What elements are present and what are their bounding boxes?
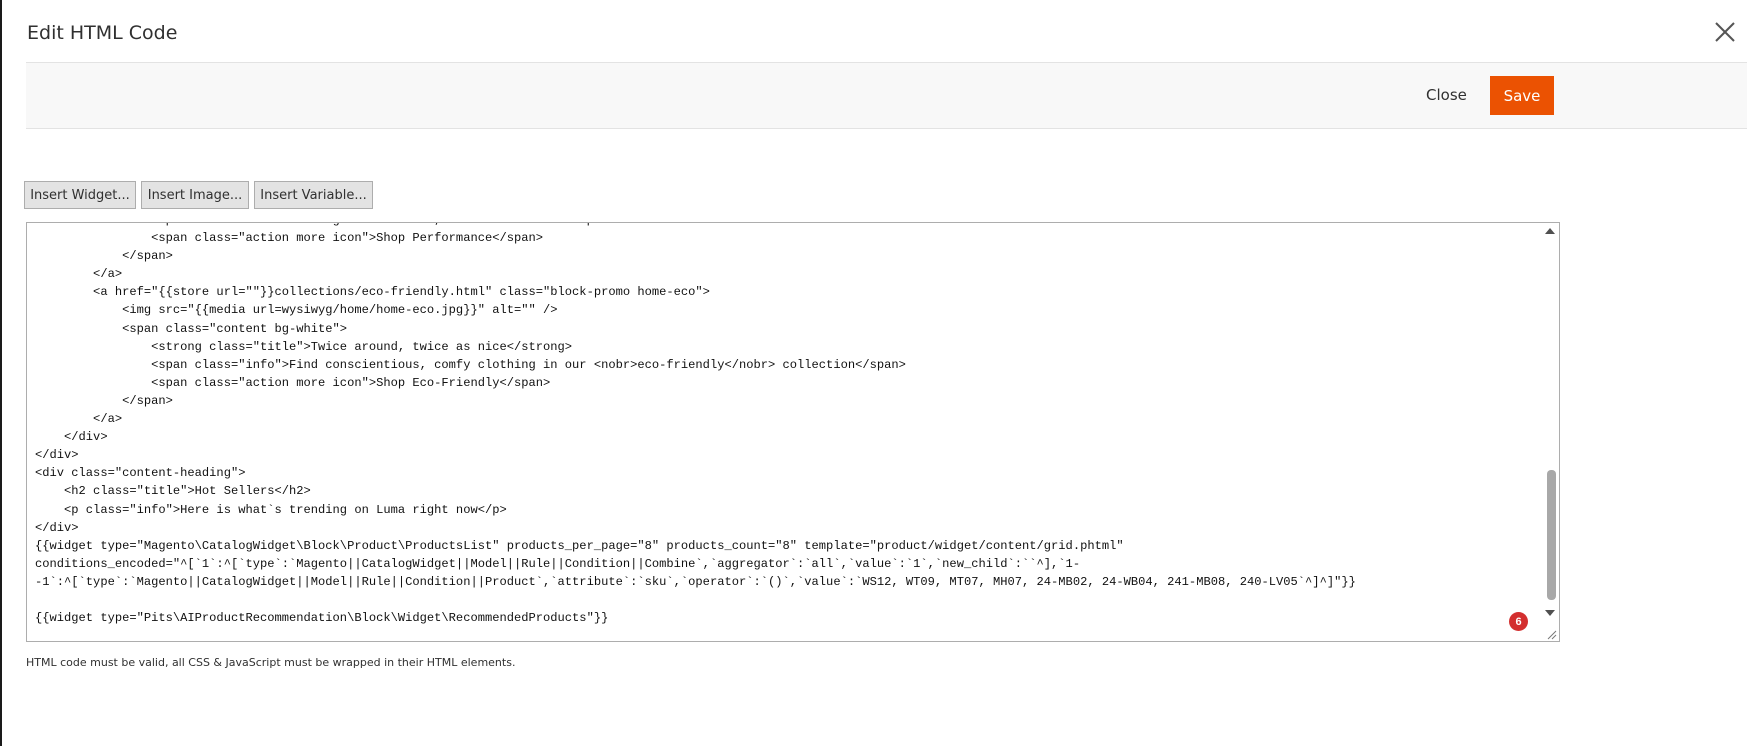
code-line: <strong class="title">Twice around, twic… xyxy=(35,339,573,354)
vertical-scrollbar[interactable] xyxy=(1542,223,1559,641)
code-line: <img src="{{media url=wysiwyg/home/home-… xyxy=(35,303,558,318)
code-line: -1`:^[`type`:`Magento||CatalogWidget||Mo… xyxy=(35,574,1356,589)
code-line: <span class="action more icon">Shop Perf… xyxy=(35,231,544,246)
code-line: </span> xyxy=(35,249,173,264)
insert-variable-button[interactable]: Insert Variable... xyxy=(254,181,373,209)
edit-html-modal: Edit HTML Code Close Save Insert Widget.… xyxy=(2,0,1747,746)
code-line: </span> xyxy=(35,393,173,408)
code-line: <span class="info">Wicking to cool down,… xyxy=(35,223,1356,229)
code-line: <h2 class="title">Hot Sellers</h2> xyxy=(35,484,311,499)
html-code-editor[interactable]: <span class="info">Wicking to cool down,… xyxy=(26,222,1560,642)
code-line: </div> xyxy=(35,520,79,535)
action-bar xyxy=(26,62,1747,129)
insert-widget-button[interactable]: Insert Widget... xyxy=(24,181,136,209)
arrow-down-icon[interactable] xyxy=(1545,610,1555,616)
resize-grip-icon[interactable] xyxy=(1545,627,1557,640)
code-line: </a> xyxy=(35,267,123,282)
code-line: <span class="action more icon">Shop Eco-… xyxy=(35,375,551,390)
arrow-up-icon[interactable] xyxy=(1545,228,1555,234)
save-button[interactable]: Save xyxy=(1490,76,1554,115)
validation-note: HTML code must be valid, all CSS & JavaS… xyxy=(26,656,516,669)
modal-title: Edit HTML Code xyxy=(27,22,178,44)
insert-image-button[interactable]: Insert Image... xyxy=(141,181,249,209)
code-line: <span class="content bg-white"> xyxy=(35,321,348,336)
code-line: </div> xyxy=(35,448,79,463)
code-line: </a> xyxy=(35,412,123,427)
close-button[interactable]: Close xyxy=(1426,86,1467,104)
close-x-icon[interactable] xyxy=(1713,20,1737,44)
scrollbar-thumb[interactable] xyxy=(1547,470,1556,600)
code-line: {{widget type="Pits\AIProductRecommendat… xyxy=(35,611,609,626)
code-line: <div class="content-heading"> xyxy=(35,466,246,481)
code-line: {{widget type="Magento\CatalogWidget\Blo… xyxy=(35,538,1124,553)
code-content[interactable]: <span class="info">Wicking to cool down,… xyxy=(35,223,1356,627)
code-line: <a href="{{store url=""}}collections/eco… xyxy=(35,285,710,300)
code-line: </div> xyxy=(35,430,108,445)
code-line: <p class="info">Here is what`s trending … xyxy=(35,502,507,517)
notification-badge[interactable]: 6 xyxy=(1509,612,1528,631)
code-line: conditions_encoded="^[`1`:^[`type`:`Mage… xyxy=(35,556,1081,571)
code-line: <span class="info">Find conscientious, c… xyxy=(35,357,906,372)
